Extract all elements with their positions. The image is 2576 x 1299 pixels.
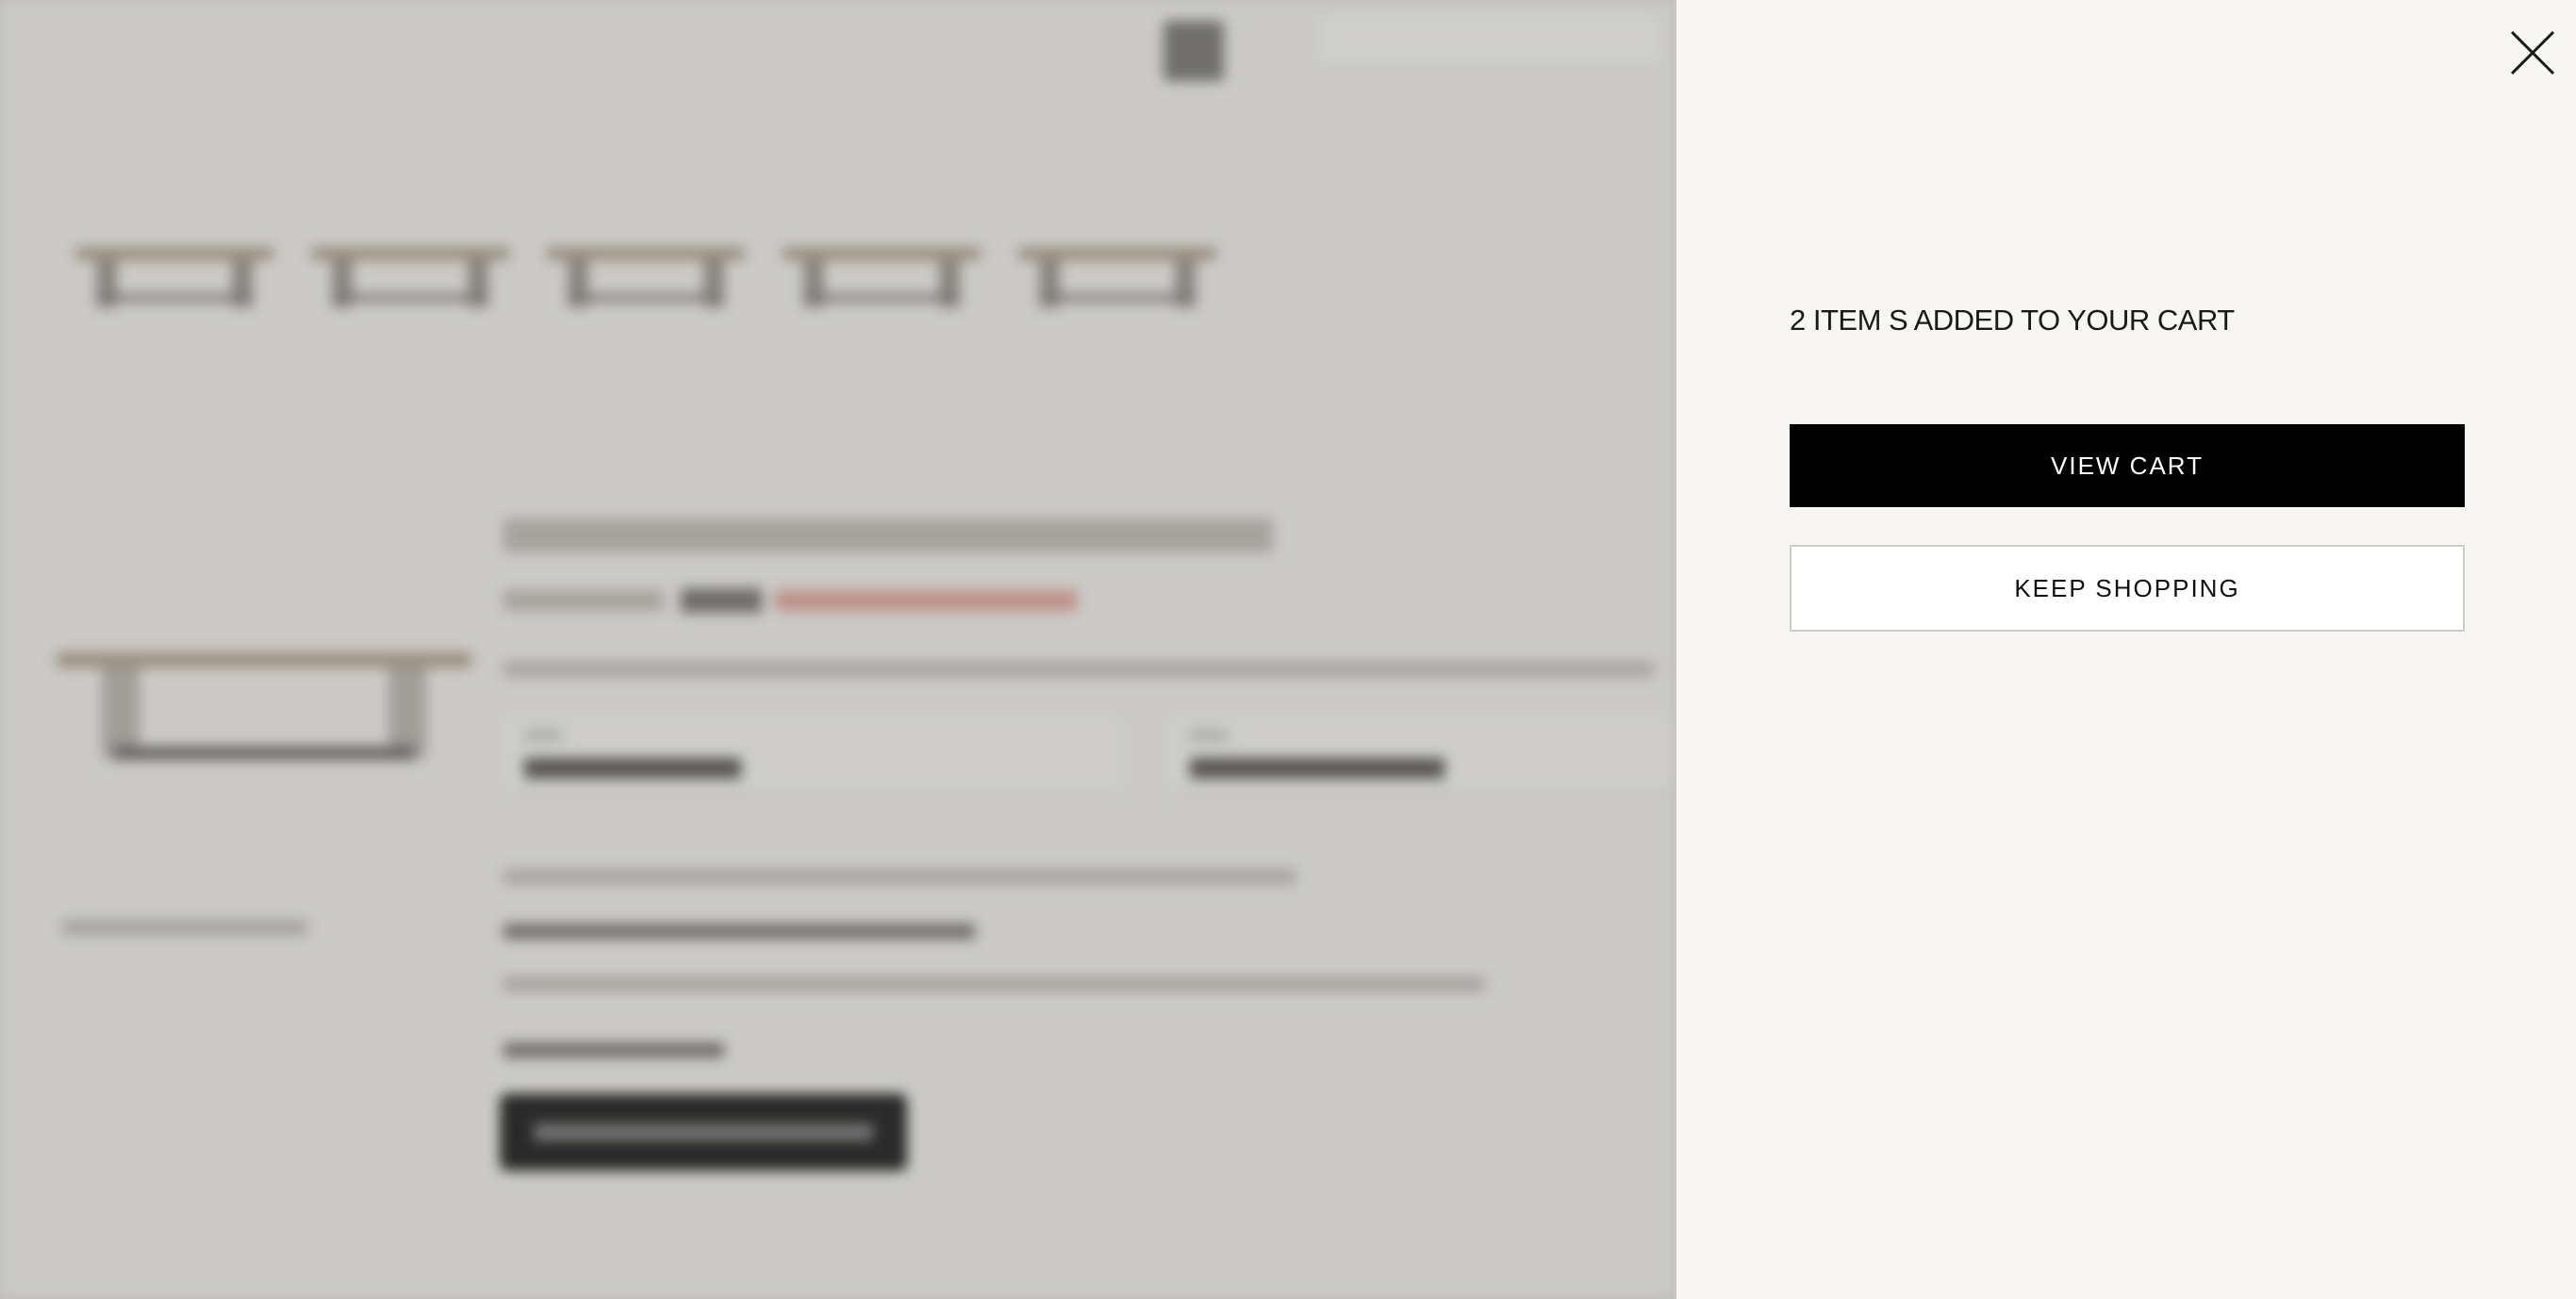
close-button[interactable] [2506,26,2559,79]
cart-drawer: 2 ITEM S ADDED TO YOUR CART VIEW CART KE… [1674,0,2576,1299]
added-to-cart-message: 2 ITEM S ADDED TO YOUR CART [1790,304,2235,337]
keep-shopping-button[interactable]: KEEP SHOPPING [1790,545,2465,632]
page-overlay[interactable] [0,0,1675,1299]
close-icon [2506,26,2559,79]
view-cart-button[interactable]: VIEW CART [1790,424,2465,507]
